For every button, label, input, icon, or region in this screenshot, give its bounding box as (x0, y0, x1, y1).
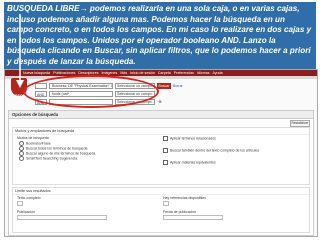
limit-fulltext-checkbox[interactable] (17, 201, 23, 206)
radio-icon (19, 156, 24, 161)
pubdate-input[interactable] (163, 215, 223, 220)
option-equivalent[interactable]: Aplicar materias equivalentes (163, 160, 216, 165)
nav-item[interactable]: Publicaciones (53, 71, 75, 75)
checkbox-icon (163, 160, 168, 165)
limit-references-checkbox[interactable] (163, 201, 169, 206)
mode-option[interactable]: SmartText Searching Sugerencia (19, 156, 77, 161)
intro-title: BUSQUEDA LIBRE (7, 4, 80, 13)
screenshot-frame: Nueva búsqueda Publicaciones Descriptore… (4, 69, 318, 237)
nav-item[interactable]: Inicio de sesión (130, 71, 155, 75)
nav-item[interactable]: Más (120, 71, 127, 75)
option-fulltext[interactable]: Buscar también dentro del texto completo… (163, 148, 259, 153)
highlight-oval (23, 75, 159, 108)
intro-operator: AND (221, 35, 239, 45)
modes-title: Modos y ampliadores de búsqueda (13, 128, 309, 135)
nav-item[interactable]: Carpeta (158, 71, 171, 75)
nav-item[interactable]: Idiomas (197, 71, 210, 75)
checkbox-icon (163, 136, 168, 141)
limit-pubdate: Fecha de publicación (163, 210, 197, 214)
checkbox-icon (163, 148, 168, 153)
nav-item[interactable]: Nueva búsqueda (23, 71, 50, 75)
modes-section: Modos y ampliadores de búsqueda Modos de… (12, 127, 310, 185)
option-related-terms[interactable]: Aplicar términos relacionados (163, 136, 216, 141)
publication-input[interactable] (17, 215, 107, 220)
add-row-icon[interactable]: ⊕ (157, 99, 163, 104)
instruction-text: BUSQUEDA LIBRE→ podemos realizarla en un… (4, 2, 316, 70)
clear-link[interactable]: Borrar (173, 84, 183, 88)
limit-fulltext: Texto completo (17, 196, 41, 200)
options-header: Opciones de búsqueda (9, 111, 313, 119)
search-options-panel: Opciones de búsqueda Restablecer Modos y… (8, 110, 314, 236)
limits-title: Limite sus resultados (13, 188, 309, 195)
search-button[interactable]: Buscar (157, 82, 171, 89)
reset-button[interactable]: Restablecer (290, 120, 310, 127)
nav-item[interactable]: Ayuda (213, 71, 223, 75)
nav-item[interactable]: Preferencias (174, 71, 194, 75)
limit-publication: Publicación (17, 210, 35, 214)
limits-section: Limite sus resultados Texto completo Pub… (12, 187, 310, 233)
limit-references: Hay referencias disponibles (163, 196, 206, 200)
modes-label: Modos de búsqueda (17, 136, 49, 140)
